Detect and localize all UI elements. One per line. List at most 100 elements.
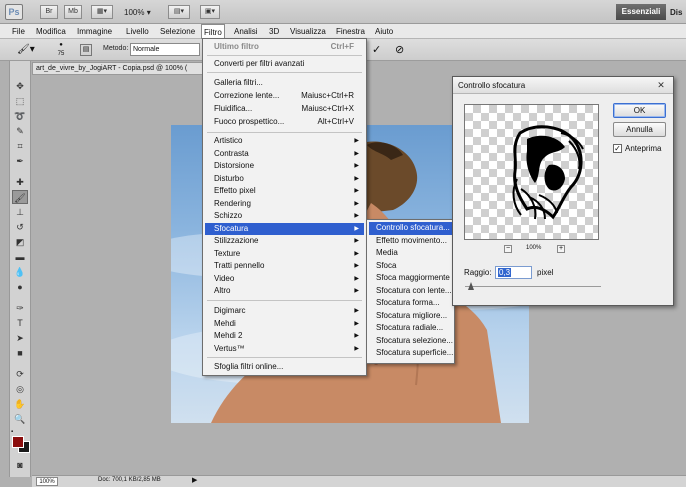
radius-label: Raggio: [464, 268, 492, 277]
submenu-item-lens-blur[interactable]: Sfocatura con lente... [369, 285, 454, 298]
rectangle-tool-icon[interactable]: ■ [12, 346, 28, 360]
move-tool-icon[interactable]: ✥ [12, 79, 28, 93]
gradient-tool-icon[interactable]: ▬ [12, 250, 28, 264]
history-brush-tool-icon[interactable]: ↺ [12, 220, 28, 234]
menu-item-liquify[interactable]: Fluidifica... Maiusc+Ctrl+X [205, 103, 364, 116]
menu-livello[interactable]: Livello [124, 24, 151, 39]
quick-selection-tool-icon[interactable]: ✎ [12, 124, 28, 138]
submenu-item-blur[interactable]: Sfoca [369, 260, 454, 273]
submenu-item-shape-blur[interactable]: Sfocatura forma... [369, 297, 454, 310]
menu-item-rendering[interactable]: Rendering ▶ [205, 198, 364, 211]
menu-modifica[interactable]: Modifica [34, 24, 68, 39]
3d-orbit-tool-icon[interactable]: ◎ [12, 382, 28, 396]
type-tool-icon[interactable]: T [12, 316, 28, 330]
blend-mode-select[interactable]: Normale [130, 43, 200, 56]
workspace-design-button[interactable]: Dis [670, 8, 682, 17]
status-zoom-field[interactable]: 100% [36, 477, 58, 486]
submenu-item-smart-blur[interactable]: Controllo sfocatura... [369, 222, 454, 235]
menu-item-contrasta[interactable]: Contrasta ▶ [205, 148, 364, 161]
radius-slider-track[interactable] [465, 286, 601, 287]
menu-analisi[interactable]: Analisi [232, 24, 260, 39]
menu-selezione[interactable]: Selezione [158, 24, 197, 39]
submenu-item-blur-more[interactable]: Sfoca maggiormente [369, 272, 454, 285]
menu-item-last-filter[interactable]: Ultimo filtro Ctrl+F [205, 41, 364, 54]
menu-file[interactable]: File [10, 24, 27, 39]
pen-tool-icon[interactable]: ✑ [12, 301, 28, 315]
bridge-button[interactable]: Br [40, 5, 58, 19]
menu-filtro[interactable]: Filtro [201, 24, 225, 39]
mini-bridge-button[interactable]: Mb [64, 5, 82, 19]
blur-tool-icon[interactable]: 💧 [12, 265, 28, 279]
view-extras-button[interactable]: ▦▾ [91, 5, 113, 19]
submenu-item-average[interactable]: Media [369, 247, 454, 260]
menu-item-browse-filters-online[interactable]: Sfoglia filtri online... [205, 361, 364, 374]
lasso-tool-icon[interactable]: ➰ [12, 109, 28, 123]
menu-item-mehdi-2[interactable]: Mehdi 2 ▶ [205, 330, 364, 343]
menu-item-altro[interactable]: Altro ▶ [205, 285, 364, 298]
menu-item-vanishing-point[interactable]: Fuoco prospettico... Alt+Ctrl+V [205, 116, 364, 129]
menu-separator [207, 357, 362, 358]
arrange-documents-button[interactable]: ▤▾ [168, 5, 190, 19]
menu-visualizza[interactable]: Visualizza [288, 24, 328, 39]
filter-preview[interactable] [464, 104, 599, 240]
status-arrow-icon[interactable]: ▶ [192, 476, 197, 484]
menu-item-mehdi[interactable]: Mehdi ▶ [205, 318, 364, 331]
hand-tool-icon[interactable]: ✋ [12, 397, 28, 411]
brush-tool-icon[interactable]: 🖌 [12, 190, 28, 204]
zoom-level[interactable]: 100% ▾ [124, 8, 151, 17]
brush-tool-preset-icon[interactable]: 🖌▾ [17, 44, 39, 55]
preview-checkbox[interactable]: ✓ [613, 144, 622, 153]
brush-size-picker[interactable]: ● 75 [52, 41, 70, 59]
status-bar: 100% Doc: 700,1 KB/2,85 MB ▶ [32, 475, 686, 487]
path-selection-tool-icon[interactable]: ➤ [12, 331, 28, 345]
menu-item-tratti-pennello[interactable]: Tratti pennello ▶ [205, 260, 364, 273]
menu-item-effetto-pixel[interactable]: Effetto pixel ▶ [205, 185, 364, 198]
airbrush-icon[interactable]: ✓ [372, 43, 384, 56]
tools-panel: ✥ ⬚ ➰ ✎ ⌗ ✒ ✚ 🖌 ⊥ ↺ ◩ ▬ 💧 ● ✑ T ➤ ■ ⟳ ◎ … [9, 61, 31, 477]
menu-aiuto[interactable]: Aiuto [373, 24, 395, 39]
menu-item-filter-gallery[interactable]: Galleria filtri... [205, 77, 364, 90]
menu-item-vertus[interactable]: Vertus™ ▶ [205, 343, 364, 356]
submenu-item-gaussian-blur[interactable]: Sfocatura migliore... [369, 310, 454, 323]
quick-mask-icon[interactable]: ◙ [12, 458, 28, 472]
menu-item-sfocatura[interactable]: Sfocatura ▶ [205, 222, 364, 235]
zoom-tool-icon[interactable]: 🔍 [12, 412, 28, 426]
menu-finestra[interactable]: Finestra [334, 24, 367, 39]
menu-immagine[interactable]: Immagine [75, 24, 114, 39]
zoom-out-button[interactable]: − [504, 245, 512, 253]
screen-mode-button[interactable]: ▣▾ [200, 5, 220, 19]
eyedropper-tool-icon[interactable]: ✒ [12, 154, 28, 168]
submenu-item-surface-blur[interactable]: Sfocatura superficie... [369, 347, 454, 360]
workspace-essentials-button[interactable]: Essenziali [616, 4, 666, 20]
menu-3d[interactable]: 3D [267, 24, 281, 39]
marquee-tool-icon[interactable]: ⬚ [12, 94, 28, 108]
tablet-pressure-icon[interactable]: ⊘ [395, 43, 407, 56]
menu-item-video[interactable]: Video ▶ [205, 273, 364, 286]
crop-tool-icon[interactable]: ⌗ [12, 139, 28, 153]
cancel-button[interactable]: Annulla [613, 122, 666, 137]
menu-item-distorsione[interactable]: Distorsione ▶ [205, 160, 364, 173]
brush-panel-icon[interactable]: ▤ [80, 44, 92, 56]
spot-healing-tool-icon[interactable]: ✚ [12, 175, 28, 189]
submenu-item-motion-blur[interactable]: Effetto movimento... [369, 235, 454, 248]
menu-item-smart-filters[interactable]: Converti per filtri avanzati [205, 58, 364, 71]
menu-item-disturbo[interactable]: Disturbo ▶ [205, 173, 364, 186]
menu-item-texture[interactable]: Texture ▶ [205, 248, 364, 261]
submenu-item-radial-blur[interactable]: Sfocatura radiale... [369, 322, 454, 335]
menu-item-schizzo[interactable]: Schizzo ▶ [205, 210, 364, 223]
foreground-color-swatch[interactable] [12, 436, 24, 448]
submenu-item-selection-blur[interactable]: Sfocatura selezione... [369, 335, 454, 348]
menu-item-digimarc[interactable]: Digimarc ▶ [205, 305, 364, 318]
menu-item-artistico[interactable]: Artistico ▶ [205, 135, 364, 148]
menu-item-stilizzazione[interactable]: Stilizzazione ▶ [205, 235, 364, 248]
ok-button[interactable]: OK [613, 103, 666, 118]
zoom-in-button[interactable]: + [557, 245, 565, 253]
3d-rotate-tool-icon[interactable]: ⟳ [12, 367, 28, 381]
menu-item-lens-correction[interactable]: Correzione lente... Maiusc+Ctrl+R [205, 90, 364, 103]
dodge-tool-icon[interactable]: ● [12, 280, 28, 294]
close-icon[interactable]: ✕ [653, 79, 669, 91]
radius-input[interactable]: 0,3 [495, 266, 532, 279]
eraser-tool-icon[interactable]: ◩ [12, 235, 28, 249]
clone-stamp-tool-icon[interactable]: ⊥ [12, 205, 28, 219]
preview-checkbox-label: Anteprima [625, 144, 662, 153]
